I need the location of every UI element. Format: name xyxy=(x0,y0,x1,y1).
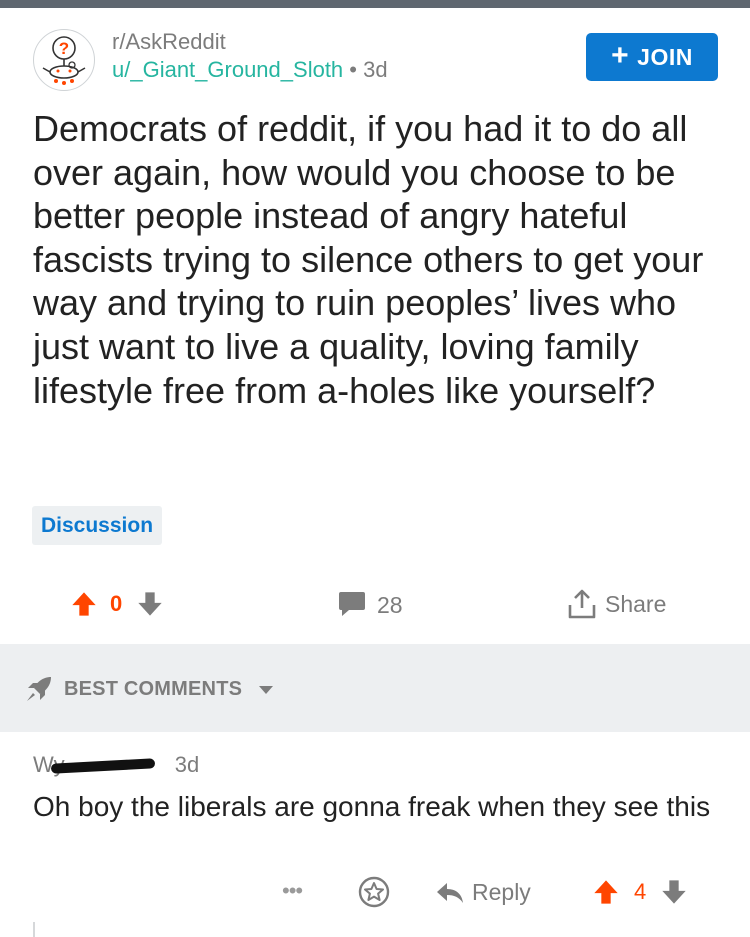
join-button[interactable]: + JOIN xyxy=(586,33,718,81)
reply-label: Reply xyxy=(472,879,531,905)
comment-meta: Wy 3d xyxy=(33,752,199,778)
comment-bubble-icon xyxy=(339,592,365,616)
more-options-button[interactable]: ••• xyxy=(282,878,303,904)
upvote-arrow-icon[interactable] xyxy=(70,590,98,618)
post-flair[interactable]: Discussion xyxy=(32,506,163,545)
comment-body: Oh boy the liberals are gonna freak when… xyxy=(33,791,711,822)
caret-down-icon xyxy=(259,686,273,694)
downvote-arrow-icon[interactable] xyxy=(136,590,164,618)
comment-author[interactable]: Wy xyxy=(33,752,163,778)
subreddit-icon[interactable]: ? xyxy=(33,29,95,91)
post-action-bar: 0 28 Share xyxy=(0,582,750,628)
comments-button[interactable]: 28 xyxy=(337,591,403,619)
meta-separator: • xyxy=(349,57,357,82)
plus-icon: + xyxy=(611,38,630,72)
gild-star-icon[interactable] xyxy=(358,876,390,908)
comment-age: 3d xyxy=(174,752,200,777)
top-bar xyxy=(0,0,750,8)
comment-vote: 4 xyxy=(592,878,688,906)
comment-count: 28 xyxy=(377,591,403,618)
share-label: Share xyxy=(605,590,667,617)
post-vote: 0 xyxy=(70,590,164,618)
comment-sort-bar[interactable]: BEST COMMENTS xyxy=(0,644,750,732)
join-label: JOIN xyxy=(637,43,693,70)
upvote-arrow-icon[interactable] xyxy=(592,878,620,906)
share-icon xyxy=(568,589,596,619)
askreddit-snoo-icon: ? xyxy=(42,36,86,85)
rocket-icon xyxy=(27,677,51,701)
downvote-arrow-icon[interactable] xyxy=(660,878,688,906)
redaction-mark xyxy=(50,758,156,774)
subreddit-name[interactable]: r/AskReddit xyxy=(112,29,226,55)
post-age: 3d xyxy=(363,57,388,82)
thread-line xyxy=(33,922,35,937)
share-button[interactable]: Share xyxy=(566,588,666,620)
sort-label: BEST COMMENTS xyxy=(64,678,243,700)
reply-button[interactable]: Reply xyxy=(436,879,531,906)
post-title: Democrats of reddit, if you had it to do… xyxy=(33,108,704,411)
post-meta: u/_Giant_Ground_Sloth • 3d xyxy=(112,57,388,83)
comment-score: 4 xyxy=(634,879,647,904)
svg-text:?: ? xyxy=(59,39,69,58)
post-author[interactable]: u/_Giant_Ground_Sloth xyxy=(112,57,343,82)
reply-arrow-icon xyxy=(437,882,463,903)
comment-action-bar: ••• Reply 4 xyxy=(0,872,750,914)
post-score: 0 xyxy=(110,591,123,616)
